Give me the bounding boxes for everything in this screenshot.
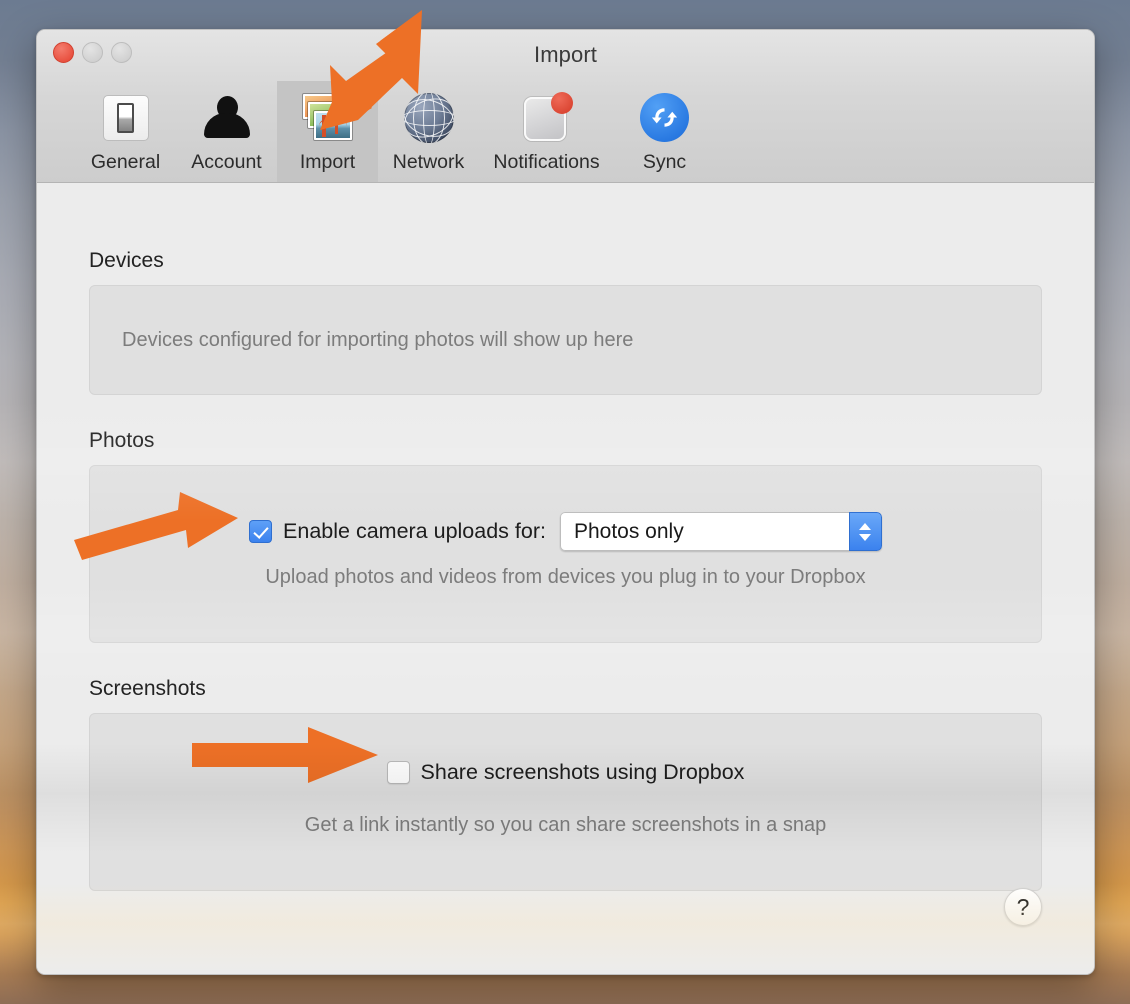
share-screenshots-label: Share screenshots using Dropbox (420, 760, 745, 784)
photos-groupbox: Enable camera uploads for: Photos only U… (89, 465, 1042, 643)
camera-uploads-checkbox[interactable] (249, 520, 273, 543)
toolbar-item-network[interactable]: Network (378, 81, 479, 182)
section-screenshots: Screenshots Share screenshots using Drop… (89, 643, 1042, 891)
screenshots-groupbox: Share screenshots using Dropbox Get a li… (89, 713, 1042, 891)
section-photos: Photos Enable camera uploads for: Photos… (89, 395, 1042, 643)
camera-uploads-description: Upload photos and videos from devices yo… (265, 566, 866, 588)
devices-groupbox: Devices configured for importing photos … (89, 285, 1042, 395)
toolbar-item-import[interactable]: Import (277, 81, 378, 182)
sync-arrows-icon (637, 90, 693, 146)
camera-uploads-dropdown[interactable]: Photos only (559, 512, 882, 551)
photos-heading: Photos (89, 429, 155, 452)
toolbar-label-notifications: Notifications (493, 150, 600, 173)
share-screenshots-checkbox[interactable] (386, 761, 410, 784)
camera-uploads-label: Enable camera uploads for: (283, 519, 546, 543)
share-screenshots-row: Share screenshots using Dropbox (90, 760, 1041, 785)
share-screenshots-description: Get a link instantly so you can share sc… (304, 814, 827, 836)
toolbar-label-import: Import (299, 150, 356, 173)
toolbar-label-account: Account (191, 150, 262, 173)
toolbar-item-general[interactable]: General (75, 81, 176, 182)
toolbar-item-notifications[interactable]: Notifications (479, 81, 614, 182)
toolbar-label-general: General (90, 150, 161, 173)
toolbar-label-network: Network (392, 150, 465, 173)
toolbar-label-sync: Sync (642, 150, 687, 173)
screenshots-heading: Screenshots (89, 677, 206, 700)
preferences-toolbar: General Account Import Network Notificat… (37, 81, 715, 182)
toolbar-item-sync[interactable]: Sync (614, 81, 715, 182)
window-titlebar: Import General Account Import Network No… (37, 30, 1094, 183)
help-button[interactable]: ? (1004, 888, 1042, 926)
notification-card-icon (519, 90, 575, 146)
toggle-switch-icon (98, 90, 154, 146)
chevron-updown-icon[interactable] (848, 512, 882, 551)
desktop-wallpaper: Import General Account Import Network No… (0, 0, 1130, 1004)
preferences-content: Devices Devices configured for importing… (37, 183, 1094, 974)
photo-stack-icon (300, 90, 356, 146)
devices-heading: Devices (89, 249, 164, 272)
devices-empty-text: Devices configured for importing photos … (122, 328, 634, 351)
person-icon (199, 90, 255, 146)
toolbar-item-account[interactable]: Account (176, 81, 277, 182)
camera-uploads-dropdown-value: Photos only (559, 512, 849, 551)
globe-icon (401, 90, 457, 146)
window-title: Import (534, 42, 597, 67)
section-devices: Devices Devices configured for importing… (89, 183, 1042, 395)
preferences-window: Import General Account Import Network No… (36, 29, 1095, 975)
camera-uploads-row: Enable camera uploads for: Photos only (90, 512, 1041, 551)
